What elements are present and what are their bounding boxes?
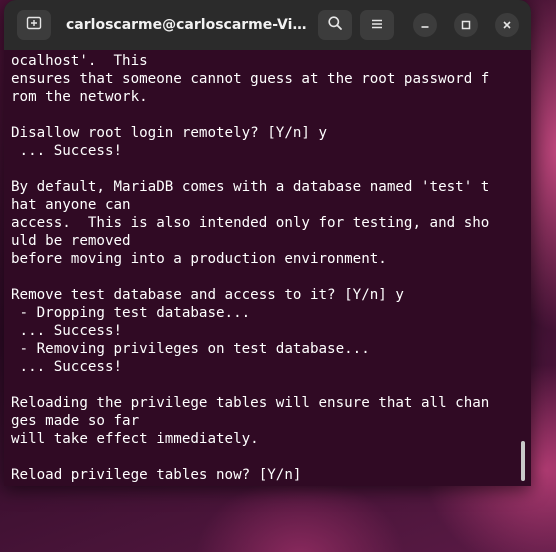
terminal-line: ensures that someone cannot guess at the…: [11, 71, 490, 87]
terminal-prompt-line: Reload privilege tables now? [Y/n]: [11, 467, 302, 483]
terminal-line: Reloading the privilege tables will ensu…: [11, 395, 490, 411]
terminal-line: hat anyone can: [11, 197, 131, 213]
menu-button[interactable]: [360, 10, 394, 40]
terminal-output[interactable]: ocalhost'. This ensures that someone can…: [11, 52, 517, 484]
terminal-line: will take effect immediately.: [11, 431, 259, 447]
search-button[interactable]: [318, 10, 352, 40]
title-bar[interactable]: carloscarme@carloscarme-Vir...: [4, 0, 531, 50]
maximize-icon: [460, 16, 472, 35]
new-tab-button[interactable]: [17, 10, 51, 40]
terminal-line: By default, MariaDB comes with a databas…: [11, 179, 490, 195]
terminal-line: Remove test database and access to it? […: [11, 287, 404, 303]
terminal-line: - Dropping test database...: [11, 305, 251, 321]
terminal-window: carloscarme@carloscarme-Vir... ocalhost'…: [4, 0, 531, 486]
window-title: carloscarme@carloscarme-Vir...: [66, 17, 308, 33]
terminal-line: ... Success!: [11, 143, 123, 159]
close-button[interactable]: [495, 13, 519, 37]
terminal-line: ... Success!: [11, 359, 123, 375]
hamburger-menu-icon: [370, 16, 384, 35]
terminal-line: ges made so far: [11, 413, 140, 429]
minimize-button[interactable]: [413, 13, 437, 37]
maximize-button[interactable]: [454, 13, 478, 37]
terminal-line: rom the network.: [11, 89, 148, 105]
search-icon: [327, 15, 343, 35]
terminal-scrollbar[interactable]: [521, 441, 525, 481]
terminal-line: ... Success!: [11, 323, 123, 339]
terminal-line: uld be removed: [11, 233, 131, 249]
terminal-line: ocalhost'. This: [11, 53, 148, 69]
minimize-icon: [419, 16, 431, 35]
terminal-line: before moving into a production environm…: [11, 251, 387, 267]
terminal-line: - Removing privileges on test database..…: [11, 341, 370, 357]
new-tab-icon: [26, 15, 42, 35]
terminal-line: Disallow root login remotely? [Y/n] y: [11, 125, 328, 141]
terminal-line: access. This is also intended only for t…: [11, 215, 490, 231]
close-icon: [501, 16, 513, 35]
